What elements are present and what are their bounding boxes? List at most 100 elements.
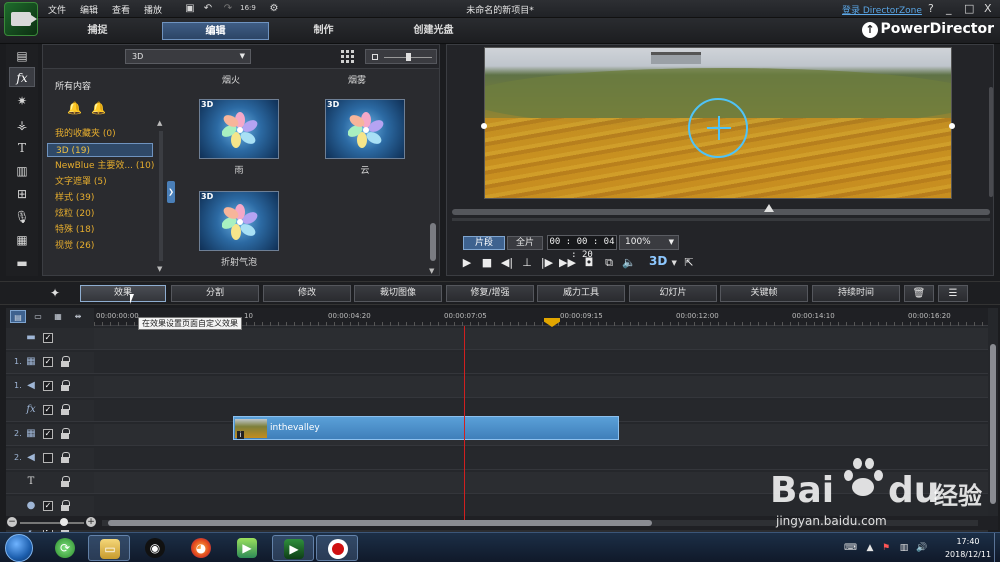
magic-tools-icon[interactable]: ✦ [50, 286, 68, 302]
redo-icon[interactable]: ↷ [222, 3, 234, 14]
clip-mode-button[interactable]: 片段 [463, 236, 505, 250]
track-lane[interactable] [94, 472, 988, 494]
modify-button[interactable]: 修改 [263, 285, 351, 302]
keyboard-tray-icon[interactable]: ⌨ [844, 542, 857, 554]
category-scrollbar[interactable]: ▲ ▼ [157, 119, 165, 275]
taskbar-item-firefox[interactable]: ◕ [180, 535, 222, 561]
slider-knob[interactable] [406, 53, 411, 61]
show-hidden-icons-icon[interactable]: ▲ [864, 542, 876, 554]
slideshow-button[interactable]: 幻灯片 [629, 285, 717, 302]
preview-vertical-scrollbar[interactable] [989, 87, 993, 197]
menu-play[interactable]: 播放 [144, 3, 162, 16]
fix-enhance-button[interactable]: 修复/增强 [446, 285, 534, 302]
split-button[interactable]: 分割 [171, 285, 259, 302]
title-room-icon[interactable]: T [9, 138, 35, 158]
tab-capture[interactable]: 捕捉 [44, 22, 151, 40]
aspect-ratio-icon[interactable]: 16:9 [240, 3, 256, 14]
track-enable-checkbox[interactable]: ✓ [43, 429, 53, 439]
preview-seek-bar[interactable] [452, 204, 990, 215]
save-icon[interactable]: ▣ [184, 3, 196, 14]
fast-forward-icon[interactable]: ▶▶ [559, 255, 576, 271]
duration-button[interactable]: 持续时间 [812, 285, 900, 302]
category-item[interactable]: 炫粒 (20) [47, 207, 153, 221]
snapshot-camera-icon[interactable]: ◘ [581, 255, 597, 271]
power-tools-button[interactable]: 威力工具 [537, 285, 625, 302]
taskbar-item-screen-recorder[interactable] [316, 535, 358, 561]
audio-mixing-room-icon[interactable]: ⊞ [9, 184, 35, 204]
tab-edit[interactable]: 编辑 [162, 22, 269, 40]
scroll-down-icon[interactable]: ▼ [157, 265, 162, 273]
fit-timeline-icon[interactable]: ⇹ [70, 310, 86, 323]
category-dropdown[interactable]: 3D ▼ [125, 49, 251, 64]
category-item[interactable]: 3D (19) [47, 143, 153, 157]
maximize-button[interactable]: □ [964, 2, 974, 15]
settings-gear-icon[interactable]: ⚙ [268, 3, 280, 14]
upgrade-arrow-icon[interactable]: ↑ [862, 22, 878, 38]
network-tray-icon[interactable]: ▥ [898, 542, 910, 554]
timeline-zoom-slider[interactable] [20, 518, 84, 526]
collapse-panel-toggle[interactable]: ❯ [167, 181, 175, 203]
more-functions-icon[interactable]: ☰ [938, 285, 968, 302]
menu-edit[interactable]: 编辑 [80, 3, 98, 16]
category-item[interactable]: 特殊 (18) [47, 223, 153, 237]
lock-icon[interactable] [61, 476, 71, 488]
track-lane[interactable] [94, 376, 988, 398]
grid-view-icon[interactable] [341, 50, 354, 63]
track-lane[interactable] [94, 448, 988, 470]
lock-icon[interactable] [61, 428, 71, 440]
taskbar-item-camtasia[interactable]: ▶ [226, 535, 268, 561]
voice-over-room-icon[interactable]: 🎙 [9, 207, 35, 227]
taskbar-item-qq[interactable]: ◉ [134, 535, 176, 561]
library-scrollbar[interactable]: ▼ [429, 71, 437, 275]
category-item[interactable]: 文字遮罩 (5) [47, 175, 153, 189]
remove-favorite-bell-icon[interactable]: 🔔 [91, 101, 106, 115]
volume-tray-icon[interactable]: 🔊 [916, 542, 928, 554]
taskbar-item-360[interactable]: ⟳ [44, 535, 86, 561]
resize-handle-right[interactable] [949, 123, 955, 129]
keyframe-button[interactable]: 关键帧 [720, 285, 808, 302]
track-lane[interactable] [94, 328, 988, 350]
slider-knob[interactable] [60, 518, 68, 526]
effect-position-crosshair[interactable] [688, 98, 748, 158]
tab-produce[interactable]: 制作 [270, 22, 377, 40]
track-enable-checkbox[interactable]: ✓ [43, 357, 53, 367]
stop-icon[interactable]: ■ [479, 255, 495, 271]
tab-create-disc[interactable]: 创建光盘 [380, 22, 487, 40]
particle-room-icon[interactable]: ⚶ [9, 115, 35, 135]
lock-icon[interactable] [61, 500, 71, 512]
playhead-line[interactable] [464, 326, 465, 520]
lock-icon[interactable] [61, 452, 71, 464]
timeline-hscroll-thumb[interactable] [108, 520, 652, 526]
previous-frame-icon[interactable]: ◀| [499, 255, 515, 271]
lock-icon[interactable] [61, 404, 71, 416]
help-button[interactable]: ? [928, 2, 934, 15]
preview-canvas[interactable] [484, 47, 952, 199]
taskbar-item-explorer[interactable]: ▭ [88, 535, 130, 561]
effect-button[interactable]: 效果 [80, 285, 166, 302]
track-enable-checkbox[interactable]: ✓ [43, 405, 53, 415]
taskbar-item-powerdirector[interactable]: ▶ [272, 535, 314, 561]
zoom-dropdown[interactable]: 100% ▼ [619, 235, 679, 250]
track-enable-checkbox[interactable]: ✓ [43, 501, 53, 511]
effect-thumb-rain[interactable]: 3D [199, 99, 279, 159]
timeline-horizontal-scrollbar[interactable] [102, 520, 978, 526]
track-enable-checkbox[interactable] [43, 453, 53, 463]
category-item[interactable]: 我的收藏夹 (0) [47, 127, 153, 141]
clock-time[interactable]: 17:40 [944, 537, 992, 546]
transition-room-icon[interactable]: ▥ [9, 161, 35, 181]
menu-file[interactable]: 文件 [48, 3, 66, 16]
undo-icon[interactable]: ↶ [202, 3, 214, 14]
category-item[interactable]: 样式 (39) [47, 191, 153, 205]
storyboard-view-icon[interactable]: ▭ [30, 310, 46, 323]
category-item[interactable]: 视觉 (26) [47, 239, 153, 253]
mark-in-icon[interactable]: ⊥ [519, 255, 535, 271]
chapter-room-icon[interactable]: ▦ [9, 230, 35, 250]
pip-room-icon[interactable]: ✷ [9, 91, 35, 111]
all-content-label[interactable]: 所有内容 [55, 79, 91, 92]
library-scroll-thumb[interactable] [430, 223, 436, 261]
resize-handle-left[interactable] [481, 123, 487, 129]
undock-preview-icon[interactable]: ⧉ [601, 255, 617, 271]
movie-mode-button[interactable]: 全片 [507, 236, 543, 250]
subtitle-room-icon[interactable]: ▬ [9, 253, 35, 273]
lock-icon[interactable] [61, 356, 71, 368]
